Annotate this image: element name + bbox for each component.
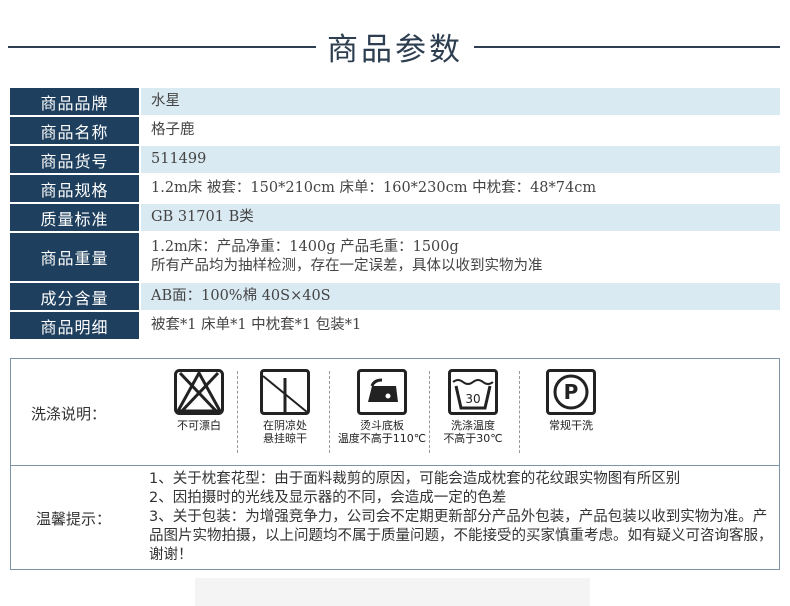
care-separator [429, 371, 430, 453]
param-value-line: 水星 [151, 93, 180, 109]
param-label: 商品名称 [10, 117, 139, 144]
care-caption: 烫斗底板 温度不高于110℃ [337, 419, 427, 445]
care-item-shade-dry: 在阴凉处 悬挂晾干 [245, 369, 325, 459]
iron-icon [357, 369, 407, 415]
param-value: 格子鹿 [139, 117, 780, 144]
shade-hang-dry-icon [260, 369, 310, 415]
param-value-line: 1.2m床：产品净重：1400g 产品毛重：1500g [151, 239, 459, 255]
param-row: 商品名称 格子鹿 [10, 117, 780, 146]
param-row: 商品明细 被套*1 床单*1 中枕套*1 包装*1 [10, 312, 780, 341]
param-row: 商品规格 1.2m床 被套：150*210cm 床单：160*230cm 中枕套：… [10, 175, 780, 204]
care-label: 洗涤说明： [31, 405, 107, 423]
section-header: 商品参数 [0, 22, 790, 70]
no-bleach-icon [174, 369, 224, 415]
care-item-iron: 烫斗底板 温度不高于110℃ [337, 369, 427, 459]
dry-clean-p-icon: P [546, 369, 596, 415]
param-label: 商品重量 [10, 233, 139, 281]
care-caption: 不可漂白 [177, 419, 221, 432]
param-value-line: 被套*1 床单*1 中枕套*1 包装*1 [151, 317, 362, 333]
param-value-line: 511499 [151, 151, 207, 167]
care-caption: 洗涤温度 不高于30℃ [443, 419, 503, 445]
wash-30-icon: 30 [448, 369, 498, 415]
care-caption: 在阴凉处 悬挂晾干 [263, 419, 307, 445]
param-row: 商品品牌 水星 [10, 88, 780, 117]
tip-line: 2、因拍摄时的光线及显示器的不同，会造成一定的色差 [149, 490, 507, 506]
param-label: 质量标准 [10, 204, 139, 231]
care-separator [519, 371, 520, 453]
param-label: 成分含量 [10, 283, 139, 310]
param-value-line: 格子鹿 [151, 122, 195, 138]
svg-text:30: 30 [465, 392, 480, 406]
care-item-no-bleach: 不可漂白 [159, 369, 239, 459]
care-caption: 常规干洗 [549, 419, 593, 432]
svg-text:P: P [564, 380, 579, 404]
warm-tips: 温馨提示： 1、关于枕套花型：由于面料裁剪的原因，可能会造成枕套的花纹跟实物图有… [10, 466, 780, 570]
header-rule-right [474, 46, 780, 48]
care-item-dry-clean: P 常规干洗 [531, 369, 611, 459]
param-value: 水星 [139, 88, 780, 115]
param-row: 成分含量 AB面：100%棉 40S×40S [10, 283, 780, 312]
param-value-line: AB面：100%棉 40S×40S [151, 288, 331, 304]
tip-line: 1、关于枕套花型：由于面料裁剪的原因，可能会造成枕套的花纹跟实物图有所区别 [149, 471, 681, 487]
tips-label: 温馨提示： [36, 510, 112, 528]
param-value-line: 1.2m床 被套：150*210cm 床单：160*230cm 中枕套：48*7… [151, 180, 597, 196]
param-label: 商品明细 [10, 312, 139, 339]
section-title: 商品参数 [327, 32, 463, 68]
care-separator [329, 371, 330, 453]
tips-text: 1、关于枕套花型：由于面料裁剪的原因，可能会造成枕套的花纹跟实物图有所区别 2、… [149, 470, 775, 565]
param-value: 1.2m床 被套：150*210cm 床单：160*230cm 中枕套：48*7… [139, 175, 780, 202]
param-label: 商品货号 [10, 146, 139, 173]
header-rule-left [8, 46, 316, 48]
param-label: 商品品牌 [10, 88, 139, 115]
param-value: 511499 [139, 146, 780, 173]
param-row: 商品重量 1.2m床：产品净重：1400g 产品毛重：1500g 所有产品均为抽样检… [10, 233, 780, 283]
param-value: AB面：100%棉 40S×40S [139, 283, 780, 310]
tip-line: 3、关于包装：为增强竞争力，公司会不定期更新部分产品外包装，产品包装以收到实物为… [149, 509, 773, 563]
care-separator [237, 371, 238, 453]
param-label: 商品规格 [10, 175, 139, 202]
param-row: 质量标准 GB 31701 B类 [10, 204, 780, 233]
care-instructions: 洗涤说明： 不可漂白 在阴凉处 悬挂晾干 烫斗底板 温度不高于110℃ 30 洗… [10, 358, 780, 466]
care-item-wash: 30 洗涤温度 不高于30℃ [433, 369, 513, 459]
bottom-image-fragment [195, 578, 590, 606]
param-row: 商品货号 511499 [10, 146, 780, 175]
param-value: 1.2m床：产品净重：1400g 产品毛重：1500g 所有产品均为抽样检测，存在… [139, 233, 780, 281]
param-value-line: GB 31701 B类 [151, 209, 254, 225]
params-table: 商品品牌 水星 商品名称 格子鹿 商品货号 511499 商品规格 1.2m床 被套：150*… [10, 88, 780, 341]
param-value: GB 31701 B类 [139, 204, 780, 231]
param-value: 被套*1 床单*1 中枕套*1 包装*1 [139, 312, 780, 339]
param-value-line: 所有产品均为抽样检测，存在一定误差，具体以收到实物为准 [151, 258, 543, 274]
